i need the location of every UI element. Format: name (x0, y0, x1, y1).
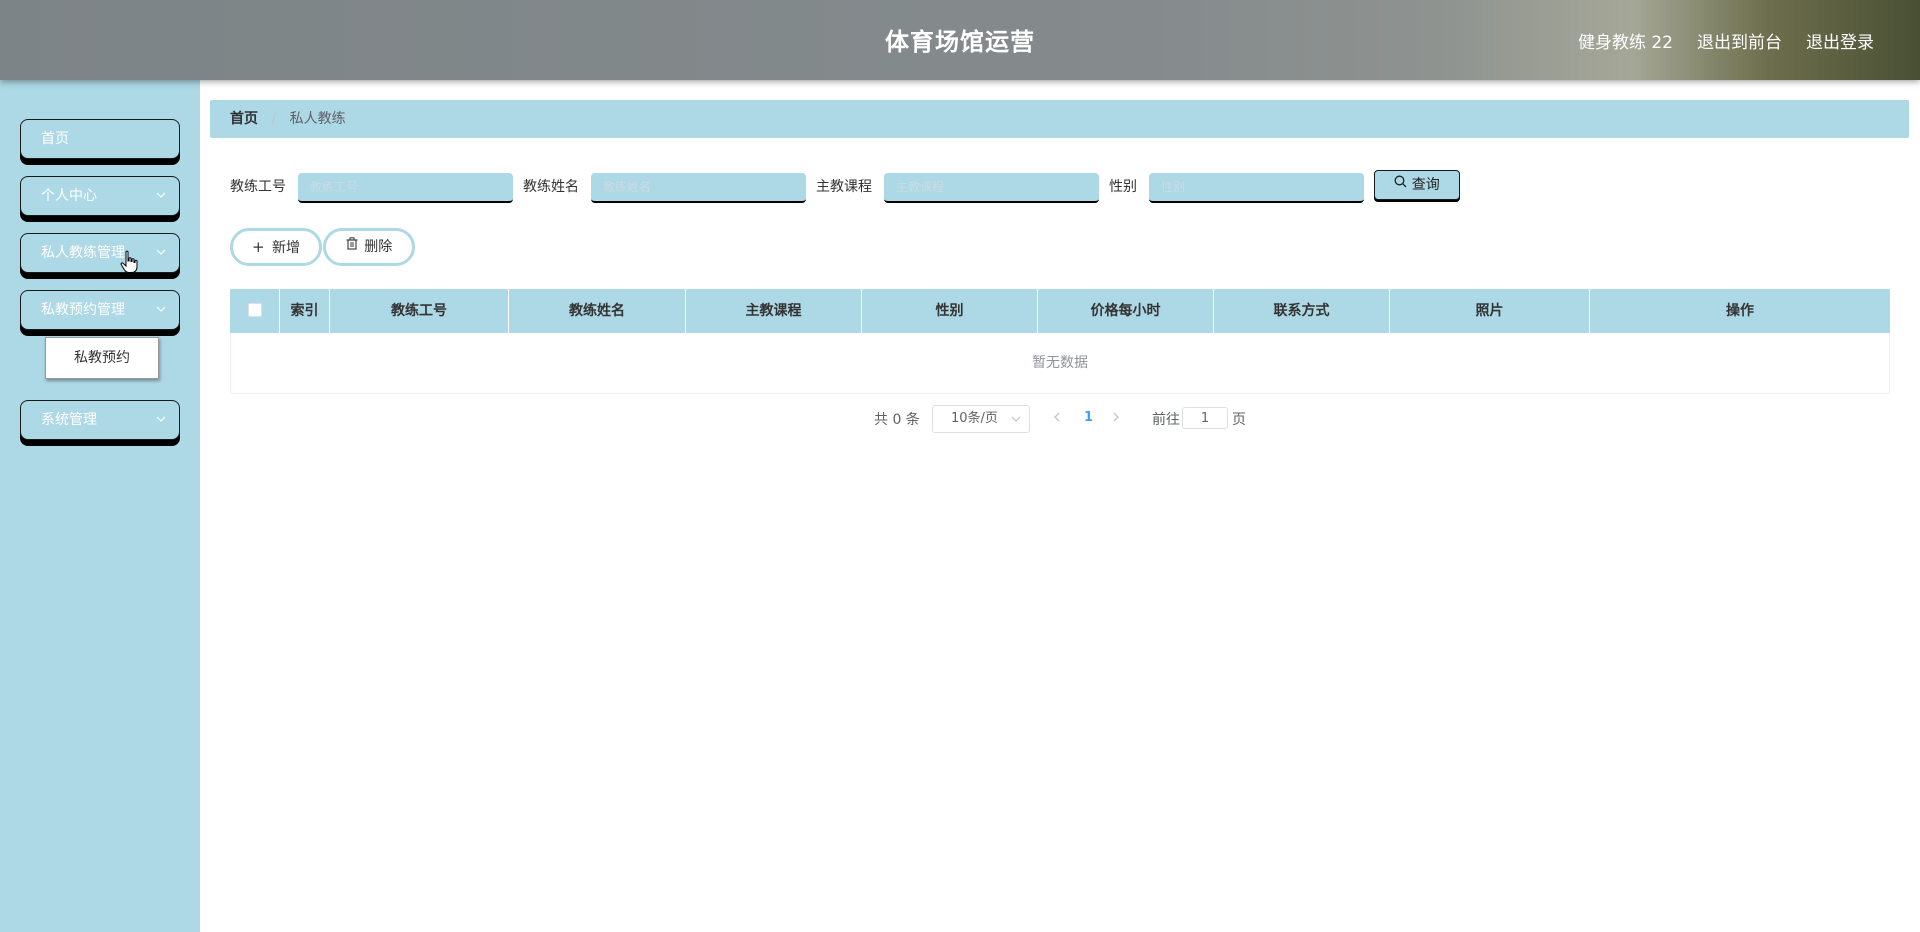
page-number-current[interactable]: 1 (1084, 410, 1093, 425)
table-header: 索引 教练工号 教练姓名 主教课程 性别 价格每小时 联系方式 照片 操作 (230, 289, 1890, 333)
column-header: 性别 (862, 289, 1038, 333)
chevron-down-icon (155, 234, 167, 287)
add-button[interactable]: + 新增 (230, 228, 322, 266)
delete-button[interactable]: 删除 (323, 228, 415, 266)
column-header: 照片 (1390, 289, 1590, 333)
column-header: 价格每小时 (1038, 289, 1214, 333)
column-header: 教练工号 (330, 289, 509, 333)
column-header: 索引 (280, 289, 330, 333)
header-nav: 健身教练 22 退出到前台 退出登录 (1578, 28, 1874, 53)
chevron-down-icon (1011, 406, 1021, 442)
top-header: 体育场馆运营 健身教练 22 退出到前台 退出登录 (0, 0, 1920, 80)
sidebar-item-label: 个人中心 (41, 188, 97, 204)
trash-icon (346, 230, 358, 262)
trainer-id-input[interactable] (298, 173, 513, 203)
pagination-total: 共 0 条 (874, 412, 920, 428)
breadcrumb-home[interactable]: 首页 (230, 111, 258, 127)
query-button-label: 查询 (1411, 177, 1440, 193)
sidebar-item-label: 私人教练管理 (41, 245, 125, 261)
page-size-select[interactable]: 10条/页 (932, 405, 1030, 433)
sidebar-item-label: 系统管理 (41, 412, 97, 428)
goto-page-input[interactable] (1182, 407, 1228, 429)
sidebar-item-system-management[interactable]: 系统管理 (20, 400, 180, 440)
sidebar-item-personal-center[interactable]: 个人中心 (20, 176, 180, 216)
search-label-main-course: 主教课程 (816, 179, 872, 195)
add-button-label: 新增 (272, 240, 301, 256)
trainer-table: 索引 教练工号 教练姓名 主教课程 性别 价格每小时 联系方式 照片 操作 暂无… (230, 289, 1890, 394)
gender-input[interactable] (1149, 173, 1364, 203)
page-suffix-label: 页 (1232, 412, 1246, 428)
column-header: 教练姓名 (509, 289, 686, 333)
plus-icon: + (251, 238, 265, 256)
breadcrumb: 首页 / 私人教练 (210, 100, 1909, 138)
logout-link[interactable]: 退出登录 (1806, 28, 1874, 53)
search-label-trainer-name: 教练姓名 (523, 179, 579, 195)
search-icon (1394, 170, 1407, 198)
current-user: 健身教练 22 (1577, 33, 1673, 53)
column-header: 主教课程 (686, 289, 862, 333)
exit-to-frontend-link[interactable]: 退出到前台 (1697, 28, 1782, 53)
sidebar-item-booking-management[interactable]: 私教预约管理 (20, 290, 180, 330)
sidebar-item-trainer-management[interactable]: 私人教练管理 (20, 233, 180, 273)
sidebar-item-label: 私教预约管理 (41, 302, 125, 318)
table-empty-state: 暂无数据 (230, 333, 1890, 394)
column-header: 联系方式 (1214, 289, 1390, 333)
goto-label: 前往 (1152, 412, 1180, 428)
sidebar-item-label: 首页 (41, 131, 69, 147)
search-label-trainer-id: 教练工号 (230, 179, 286, 195)
sidebar-item-home[interactable]: 首页 (20, 119, 180, 159)
column-header: 操作 (1726, 303, 1754, 319)
select-all-checkbox[interactable] (247, 303, 262, 317)
select-all-cell (230, 289, 280, 333)
submenu-item-booking[interactable]: 私教预约 (45, 337, 159, 379)
query-button[interactable]: 查询 (1374, 170, 1460, 200)
breadcrumb-current: 私人教练 (289, 111, 346, 127)
search-label-gender: 性别 (1109, 179, 1137, 195)
main-course-input[interactable] (884, 173, 1099, 203)
trainer-name-input[interactable] (591, 173, 806, 203)
delete-button-label: 删除 (364, 239, 393, 255)
page-size-value: 10条/页 (951, 411, 998, 426)
chevron-down-icon (155, 401, 167, 454)
prev-page-button[interactable] (1052, 407, 1062, 431)
chevron-down-icon (155, 177, 167, 230)
hand-pointer-icon (120, 250, 138, 274)
next-page-button[interactable] (1111, 407, 1121, 431)
breadcrumb-separator: / (271, 111, 277, 127)
